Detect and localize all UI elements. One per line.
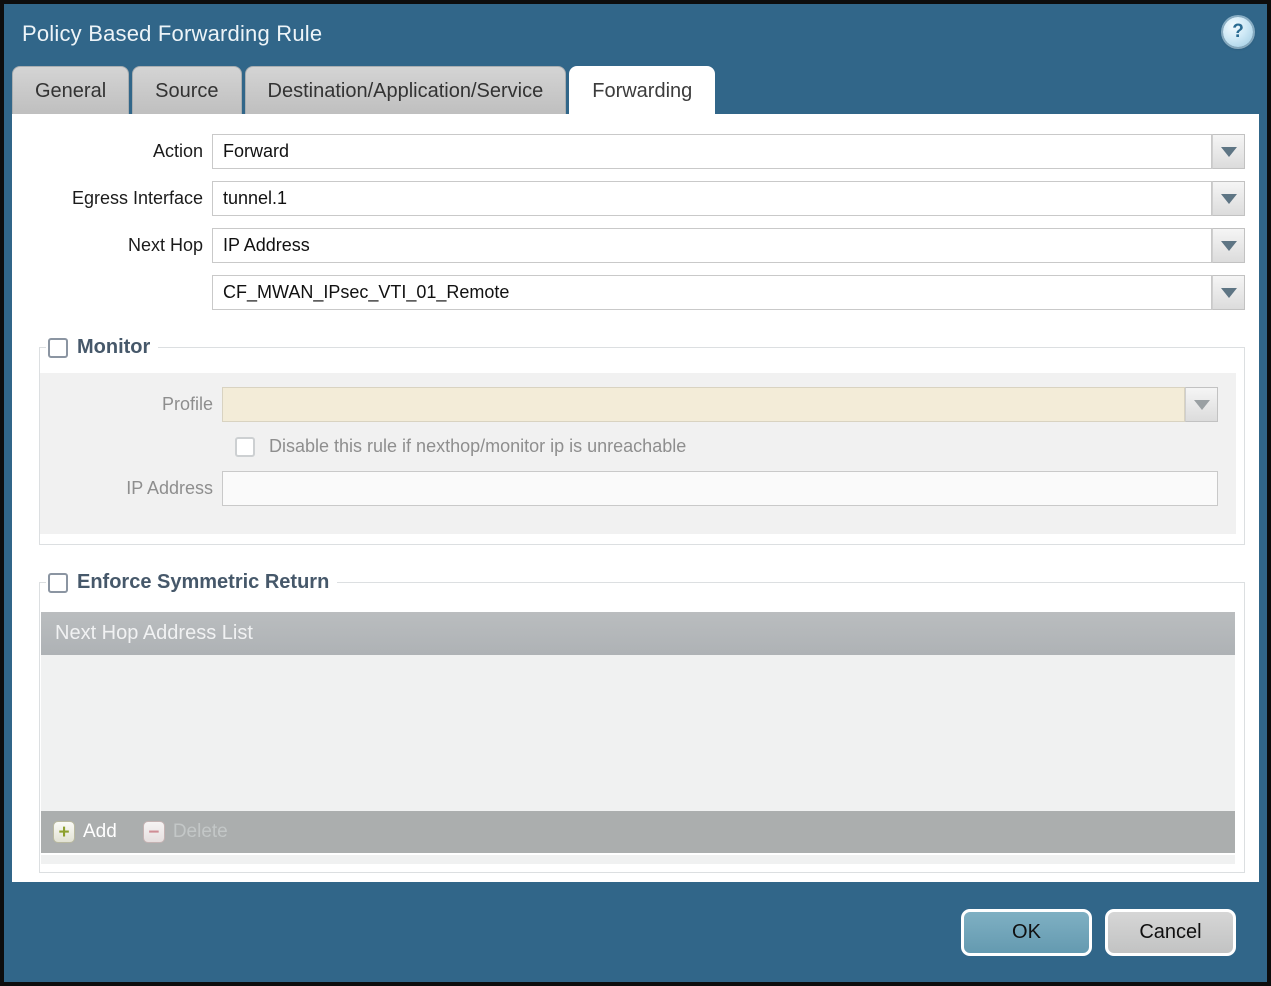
tab-destination-application-service[interactable]: Destination/Application/Service [244, 66, 567, 114]
monitor-legend: Monitor [46, 336, 158, 359]
next-hop-address-list-header: Next Hop Address List [41, 612, 1235, 655]
enforce-symmetric-return-checkbox[interactable] [48, 572, 68, 593]
next-hop-address-list-table: Next Hop Address List + Add − Delete [41, 612, 1235, 853]
egress-interface-label: Egress Interface [71, 188, 203, 208]
next-hop-address-dropdown-button[interactable] [1212, 275, 1245, 310]
profile-input [222, 387, 1185, 422]
add-icon: + [53, 821, 75, 843]
next-hop-address-list-body [41, 655, 1235, 811]
disable-rule-label: Disable this rule if nexthop/monitor ip … [269, 436, 687, 456]
forwarding-tab-panel: Action Egress Interface Next Hop [12, 114, 1259, 882]
next-hop-address-input[interactable] [212, 275, 1212, 310]
add-button[interactable]: + Add [53, 821, 117, 843]
dialog-title: Policy Based Forwarding Rule [22, 21, 323, 46]
monitor-panel: Profile Disable this rule if nexthop/mon… [40, 373, 1236, 534]
title-bar: Policy Based Forwarding Rule ? [4, 4, 1267, 64]
next-hop-label: Next Hop [127, 235, 203, 255]
chevron-down-icon [1193, 399, 1210, 410]
dialog-footer: OK Cancel [4, 882, 1267, 982]
chevron-down-icon [1220, 193, 1237, 204]
enforce-symmetric-return-legend: Enforce Symmetric Return [46, 571, 337, 594]
chevron-down-icon [1220, 146, 1237, 157]
next-hop-type-dropdown-button[interactable] [1212, 228, 1245, 263]
egress-interface-dropdown-button[interactable] [1212, 181, 1245, 216]
table-bottom-strip [41, 855, 1235, 864]
monitor-ip-address-label: IP Address [126, 478, 213, 498]
enforce-symmetric-return-legend-label: Enforce Symmetric Return [77, 571, 330, 593]
help-icon[interactable]: ? [1223, 17, 1253, 47]
profile-dropdown-button [1185, 387, 1218, 422]
chevron-down-icon [1220, 240, 1237, 251]
delete-icon: − [142, 821, 165, 843]
egress-interface-input[interactable] [212, 181, 1212, 216]
tab-source[interactable]: Source [132, 66, 242, 114]
monitor-ip-address-input [222, 471, 1218, 506]
add-button-label: Add [83, 821, 117, 842]
egress-interface-row: Egress Interface [12, 181, 1245, 216]
enforce-symmetric-return-section: Enforce Symmetric Return Next Hop Addres… [39, 571, 1245, 873]
profile-label: Profile [161, 394, 213, 414]
disable-rule-checkbox [235, 436, 255, 457]
cancel-button[interactable]: Cancel [1105, 908, 1236, 956]
monitor-section: Monitor Profile Disable this rule if nex… [39, 336, 1245, 545]
next-hop-address-list-toolbar: + Add − Delete [41, 811, 1235, 853]
action-row: Action [12, 134, 1245, 169]
chevron-down-icon [1220, 287, 1237, 298]
action-dropdown-button[interactable] [1212, 134, 1245, 169]
tab-bar: General Source Destination/Application/S… [4, 64, 1267, 114]
action-input[interactable] [212, 134, 1212, 169]
delete-button-label: Delete [172, 821, 228, 842]
monitor-legend-label: Monitor [77, 336, 151, 358]
tab-forwarding[interactable]: Forwarding [569, 66, 716, 114]
next-hop-type-input[interactable] [212, 228, 1212, 263]
ok-button[interactable]: OK [961, 908, 1092, 956]
delete-button: − Delete [142, 821, 228, 843]
monitor-ip-address-row: IP Address [40, 471, 1226, 506]
action-label: Action [152, 141, 203, 161]
next-hop-address-row [12, 275, 1245, 310]
monitor-checkbox[interactable] [48, 337, 68, 358]
next-hop-row: Next Hop [12, 228, 1245, 263]
pbf-rule-dialog: Policy Based Forwarding Rule ? General S… [0, 0, 1271, 986]
profile-row: Profile [40, 387, 1226, 422]
disable-rule-row: Disable this rule if nexthop/monitor ip … [235, 436, 1226, 457]
tab-general[interactable]: General [12, 66, 130, 114]
